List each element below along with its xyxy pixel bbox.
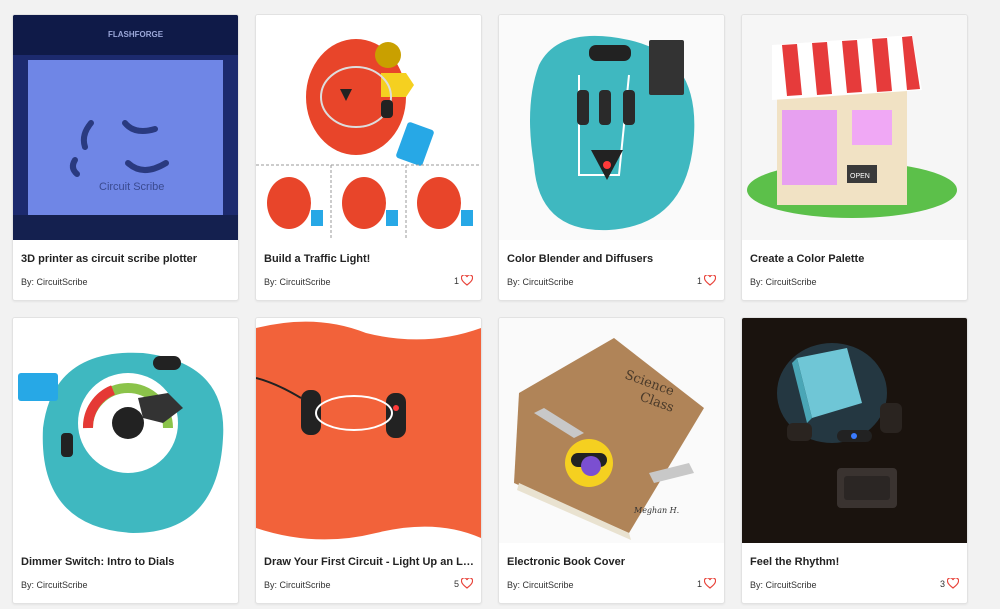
project-thumbnail[interactable]: OPEN — [742, 15, 967, 240]
project-author[interactable]: By: CircuitScribe — [21, 580, 88, 590]
favorites-number: 1 — [696, 578, 702, 589]
project-thumbnail[interactable] — [256, 318, 481, 543]
project-card[interactable]: OPEN Create a Color Palette By: CircuitS… — [741, 14, 968, 301]
project-card[interactable]: Build a Traffic Light! By: CircuitScribe… — [255, 14, 482, 301]
project-thumbnail[interactable]: FLASHFORGE Circuit Scribe — [13, 15, 238, 240]
project-thumbnail[interactable] — [256, 15, 481, 240]
project-author[interactable]: By: CircuitScribe — [264, 277, 331, 287]
project-card[interactable]: FLASHFORGE Circuit Scribe 3D printer as … — [12, 14, 239, 301]
heart-icon[interactable] — [461, 578, 473, 589]
project-card[interactable]: Color Blender and Diffusers By: CircuitS… — [498, 14, 725, 301]
project-card[interactable]: Draw Your First Circuit - Light Up an LE… — [255, 317, 482, 604]
project-author[interactable]: By: CircuitScribe — [264, 580, 331, 590]
project-card[interactable]: Feel the Rhythm! By: CircuitScribe 3 — [741, 317, 968, 604]
printer-brand-text: FLASHFORGE — [108, 30, 164, 39]
project-card[interactable]: Dimmer Switch: Intro to Dials By: Circui… — [12, 317, 239, 604]
favorites-count[interactable]: 5 — [454, 578, 473, 589]
project-grid: FLASHFORGE Circuit Scribe 3D printer as … — [0, 0, 1000, 609]
project-author[interactable]: By: CircuitScribe — [750, 580, 817, 590]
project-title[interactable]: Dimmer Switch: Intro to Dials — [21, 556, 233, 568]
favorites-count[interactable]: 1 — [697, 275, 716, 286]
heart-icon[interactable] — [947, 578, 959, 589]
favorites-number: 3 — [939, 578, 945, 589]
heart-icon[interactable] — [704, 275, 716, 286]
project-thumbnail[interactable] — [13, 318, 238, 543]
favorites-count[interactable]: 1 — [697, 578, 716, 589]
heart-icon[interactable] — [461, 275, 473, 286]
project-thumbnail[interactable]: Science Class Meghan H. — [499, 318, 724, 543]
favorites-number: 5 — [453, 578, 459, 589]
project-author[interactable]: By: CircuitScribe — [750, 277, 817, 287]
heart-icon[interactable] — [704, 578, 716, 589]
book-author-signature: Meghan H. — [633, 506, 679, 515]
project-thumbnail[interactable] — [742, 318, 967, 543]
project-title[interactable]: Electronic Book Cover — [507, 556, 719, 568]
project-title[interactable]: Create a Color Palette — [750, 253, 962, 265]
open-sign-text: OPEN — [850, 173, 870, 180]
project-thumbnail[interactable] — [499, 15, 724, 240]
favorites-count[interactable]: 3 — [940, 578, 959, 589]
project-author[interactable]: By: CircuitScribe — [21, 277, 88, 287]
project-author[interactable]: By: CircuitScribe — [507, 580, 574, 590]
project-title[interactable]: 3D printer as circuit scribe plotter — [21, 253, 233, 265]
project-author[interactable]: By: CircuitScribe — [507, 277, 574, 287]
project-title[interactable]: Color Blender and Diffusers — [507, 253, 719, 265]
favorites-number: 1 — [696, 275, 702, 286]
project-card[interactable]: Science Class Meghan H. Electronic Book … — [498, 317, 725, 604]
project-title[interactable]: Build a Traffic Light! — [264, 253, 476, 265]
project-title[interactable]: Feel the Rhythm! — [750, 556, 962, 568]
thumb-caption: Circuit Scribe — [99, 181, 164, 193]
project-title[interactable]: Draw Your First Circuit - Light Up an LE… — [264, 556, 476, 568]
favorites-number: 1 — [453, 275, 459, 286]
favorites-count[interactable]: 1 — [454, 275, 473, 286]
